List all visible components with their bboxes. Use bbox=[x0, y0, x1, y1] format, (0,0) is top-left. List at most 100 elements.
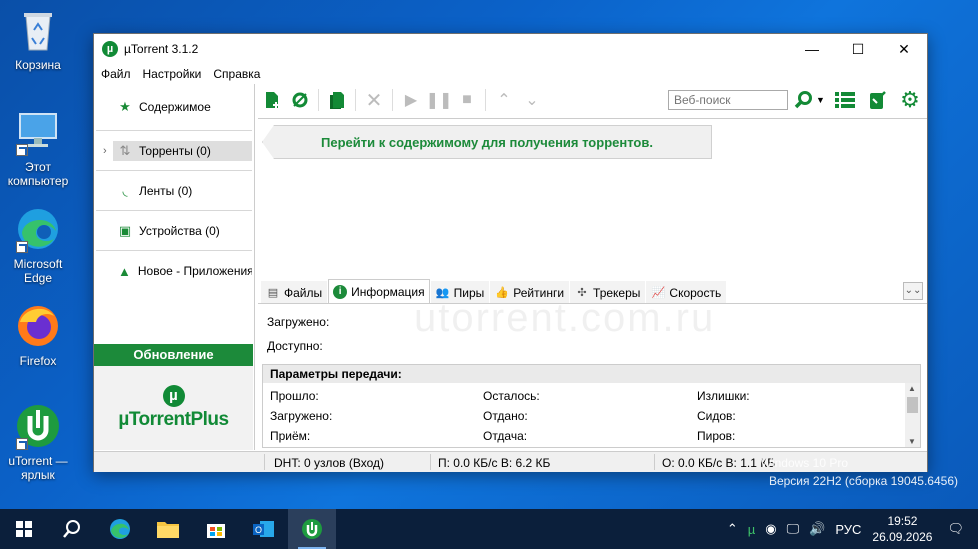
collapse-panel-button[interactable]: ⌄⌄ bbox=[903, 282, 923, 300]
taskbar-utorrent[interactable] bbox=[288, 509, 336, 549]
remote-button[interactable] bbox=[867, 89, 889, 111]
shortcut-arrow-icon bbox=[16, 144, 28, 156]
computer-icon bbox=[14, 108, 62, 156]
maximize-button[interactable]: ☐ bbox=[835, 34, 881, 64]
desktop-icon-this-pc[interactable]: Этот компьютер bbox=[0, 108, 76, 188]
sidebar-item-content[interactable]: ★ Содержимое bbox=[96, 84, 252, 131]
create-torrent-button[interactable] bbox=[326, 89, 348, 111]
search-icon bbox=[794, 91, 812, 109]
taskbar-edge[interactable] bbox=[96, 509, 144, 549]
start-button[interactable]: ▶ bbox=[400, 89, 422, 111]
scroll-thumb[interactable] bbox=[907, 397, 918, 413]
notification-icon[interactable]: 🗨 bbox=[947, 521, 964, 537]
menu-settings[interactable]: Настройки bbox=[143, 67, 202, 81]
go-to-content-banner[interactable]: Перейти к содержимому для получения торр… bbox=[262, 125, 712, 159]
window-title: µTorrent 3.1.2 bbox=[124, 42, 199, 56]
volume-icon[interactable]: 🔊 bbox=[809, 521, 825, 537]
pause-button[interactable]: ❚❚ bbox=[426, 89, 453, 111]
available-label: Доступно: bbox=[267, 339, 323, 353]
chevron-right-icon[interactable]: › bbox=[103, 145, 107, 157]
taskbar-explorer[interactable] bbox=[144, 509, 192, 549]
utorrent-icon bbox=[14, 402, 62, 450]
desktop-icon-edge[interactable]: Microsoft Edge bbox=[0, 205, 76, 285]
link-icon bbox=[292, 92, 308, 108]
language-indicator[interactable]: РУС bbox=[835, 522, 861, 537]
tab-files[interactable]: ▤ Файлы bbox=[261, 281, 328, 303]
close-icon: ✕ bbox=[898, 40, 910, 57]
settings-button[interactable]: ⚙ bbox=[899, 87, 921, 112]
search-button[interactable] bbox=[793, 89, 815, 111]
tab-trackers[interactable]: ✣ Трекеры bbox=[570, 281, 646, 303]
tab-label: Скорость bbox=[669, 285, 722, 300]
tab-speed[interactable]: 📈 Скорость bbox=[646, 281, 727, 303]
files-icon: ▤ bbox=[267, 287, 279, 299]
list-view-button[interactable] bbox=[834, 89, 856, 111]
desktop-icon-label: Firefox bbox=[19, 354, 57, 368]
tab-info[interactable]: i Информация bbox=[328, 279, 430, 303]
sidebar-item-label: Торренты (0) bbox=[139, 143, 211, 158]
desktop-icon-recycle-bin[interactable]: Корзина bbox=[0, 6, 76, 72]
speed-chart-icon: 📈 bbox=[651, 287, 666, 299]
minimize-button[interactable]: — bbox=[789, 34, 835, 64]
vertical-scrollbar[interactable]: ▲ ▼ bbox=[905, 383, 920, 447]
svg-text:O: O bbox=[255, 525, 262, 535]
info-panel: Загружено: Доступно: Параметры передачи:… bbox=[258, 306, 927, 450]
dht-status[interactable]: DHT: 0 узлов (Вход) bbox=[274, 456, 384, 470]
stop-button[interactable]: ■ bbox=[456, 89, 478, 111]
transfer-params-title: Параметры передачи: bbox=[263, 365, 920, 383]
minimize-icon: — bbox=[805, 41, 819, 57]
torrent-list-area[interactable]: Перейти к содержимому для получения торр… bbox=[258, 118, 927, 278]
torrents-icon: ⇅ bbox=[119, 142, 131, 158]
sidebar-item-torrents[interactable]: › ⇅ Торренты (0) bbox=[96, 131, 252, 171]
downloaded-label: Загружено: bbox=[267, 315, 330, 329]
meet-now-icon[interactable]: ◉ bbox=[765, 521, 776, 537]
tab-peers[interactable]: 👥 Пиры bbox=[430, 281, 490, 303]
chevron-up-icon[interactable]: ⌃ bbox=[727, 521, 738, 537]
upload-speed-label: Отдача: bbox=[483, 429, 528, 443]
toolbar-separator bbox=[355, 89, 356, 111]
sidebar-item-feeds[interactable]: ◟ Ленты (0) bbox=[96, 171, 252, 211]
start-button[interactable] bbox=[0, 509, 48, 549]
desktop-icon-utorrent[interactable]: uTorrent — ярлык bbox=[0, 402, 76, 482]
add-torrent-button[interactable] bbox=[261, 89, 283, 111]
scroll-down-icon[interactable]: ▼ bbox=[908, 437, 916, 446]
search-icon bbox=[63, 520, 80, 538]
sidebar-item-devices[interactable]: ▣ Устройства (0) bbox=[96, 211, 252, 251]
desktop-icon-label: Этот компьютер bbox=[7, 160, 69, 188]
sidebar-item-apps[interactable]: ▲ Новое - Приложения bbox=[96, 251, 252, 291]
move-down-button[interactable]: ⌄ bbox=[521, 89, 543, 111]
download-speed-label: Приём: bbox=[270, 429, 311, 443]
remove-button[interactable]: ✕ bbox=[363, 89, 385, 112]
move-up-button[interactable]: ⌃ bbox=[493, 89, 515, 111]
clock[interactable]: 19:52 26.09.2026 bbox=[872, 513, 932, 545]
system-tray: ⌃ µ ◉ 🖵 🔊 РУС 19:52 26.09.2026 🗨 bbox=[722, 509, 978, 549]
close-button[interactable]: ✕ bbox=[881, 34, 927, 64]
taskbar-outlook[interactable]: O bbox=[240, 509, 288, 549]
update-banner[interactable]: Обновление bbox=[94, 344, 253, 366]
recycle-bin-icon bbox=[14, 6, 62, 54]
double-chevron-down-icon: ⌄⌄ bbox=[904, 285, 922, 296]
utorrent-plus-ad[interactable]: µ µTorrentPlus bbox=[94, 366, 253, 450]
network-icon[interactable]: 🖵 bbox=[787, 521, 800, 537]
apps-icon: ▲ bbox=[118, 263, 131, 279]
search-dropdown-icon[interactable]: ▼ bbox=[816, 95, 825, 105]
windows-logo-icon bbox=[16, 521, 32, 537]
menu-help[interactable]: Справка bbox=[213, 67, 260, 81]
detail-tabs: ▤ Файлы i Информация 👥 Пиры 👍 Рейтинги ✣ Трек… bbox=[258, 279, 927, 304]
downloaded-amount-label: Загружено: bbox=[270, 409, 333, 423]
web-search-input[interactable] bbox=[668, 90, 788, 110]
edge-icon bbox=[14, 205, 62, 253]
tab-ratings[interactable]: 👍 Рейтинги bbox=[490, 281, 570, 303]
add-url-button[interactable] bbox=[289, 89, 311, 111]
utorrent-logo-icon: µ bbox=[102, 41, 118, 57]
utorrent-tray-icon[interactable]: µ bbox=[748, 522, 756, 537]
upload-status[interactable]: О: 0.0 КБ/с В: 1.1 КБ bbox=[662, 456, 775, 470]
tab-label: Рейтинги bbox=[513, 285, 565, 300]
desktop-icon-firefox[interactable]: Firefox bbox=[0, 302, 76, 368]
search-taskbar-button[interactable] bbox=[48, 509, 96, 549]
menu-file[interactable]: Файл bbox=[101, 67, 131, 81]
uploaded-label: Отдано: bbox=[483, 409, 528, 423]
download-status[interactable]: П: 0.0 КБ/с В: 6.2 КБ bbox=[438, 456, 550, 470]
scroll-up-icon[interactable]: ▲ bbox=[908, 384, 916, 393]
taskbar-store[interactable] bbox=[192, 509, 240, 549]
